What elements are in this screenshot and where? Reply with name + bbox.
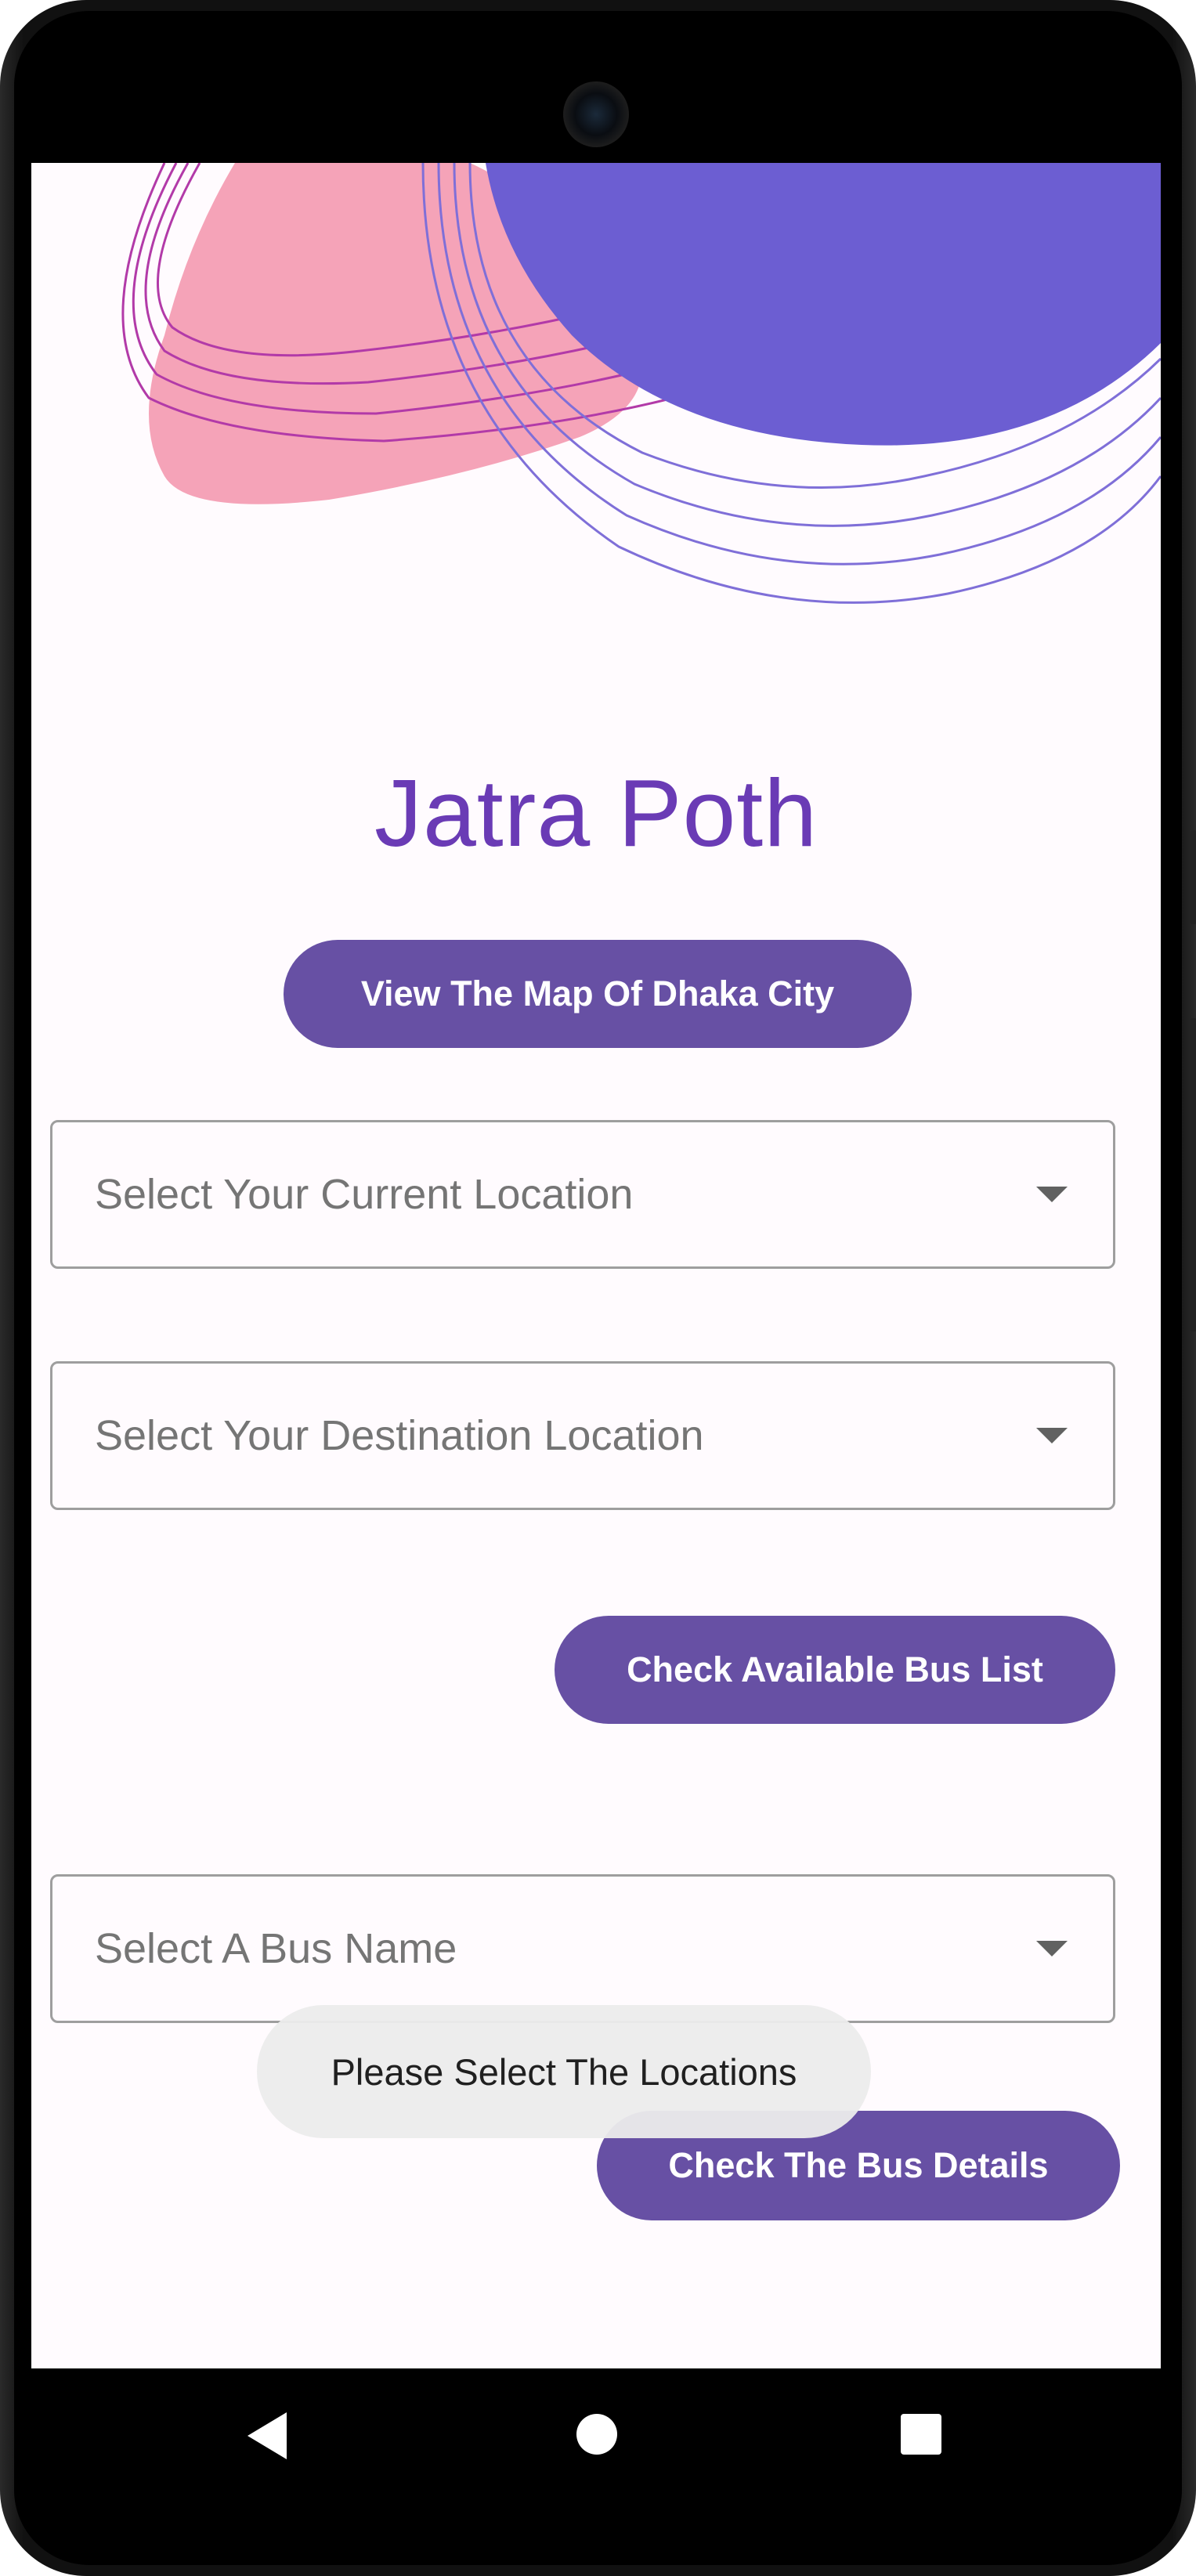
dropdown-arrow-icon [1036, 1428, 1068, 1443]
view-map-button[interactable]: View The Map Of Dhaka City [284, 940, 912, 1048]
view-map-button-label: View The Map Of Dhaka City [360, 974, 835, 1013]
dropdown-arrow-icon [1036, 1187, 1068, 1202]
dropdown-arrow-icon [1036, 1941, 1068, 1956]
toast-text: Please Select The Locations [331, 2050, 797, 2093]
check-bus-list-label: Check Available Bus List [627, 1649, 1043, 1689]
app-title: Jatra Poth [374, 760, 818, 866]
volume-button [1190, 1018, 1196, 1331]
front-camera [563, 81, 629, 147]
current-location-dropdown[interactable]: Select Your Current Location [50, 1120, 1115, 1269]
bus-name-dropdown[interactable]: Select A Bus Name [50, 1874, 1115, 2023]
toast-message: Please Select The Locations [257, 2005, 871, 2138]
destination-location-dropdown[interactable]: Select Your Destination Location [50, 1361, 1115, 1510]
check-bus-list-button[interactable]: Check Available Bus List [555, 1616, 1115, 1724]
back-icon[interactable] [248, 2412, 287, 2459]
header-decoration [121, 163, 1161, 604]
power-button [1190, 830, 1196, 924]
home-icon[interactable] [576, 2414, 617, 2455]
check-bus-details-label: Check The Bus Details [668, 2145, 1049, 2185]
bus-name-placeholder: Select A Bus Name [95, 1925, 457, 1972]
recents-icon[interactable] [901, 2414, 941, 2455]
current-location-placeholder: Select Your Current Location [95, 1171, 634, 1218]
destination-location-placeholder: Select Your Destination Location [95, 1412, 704, 1459]
